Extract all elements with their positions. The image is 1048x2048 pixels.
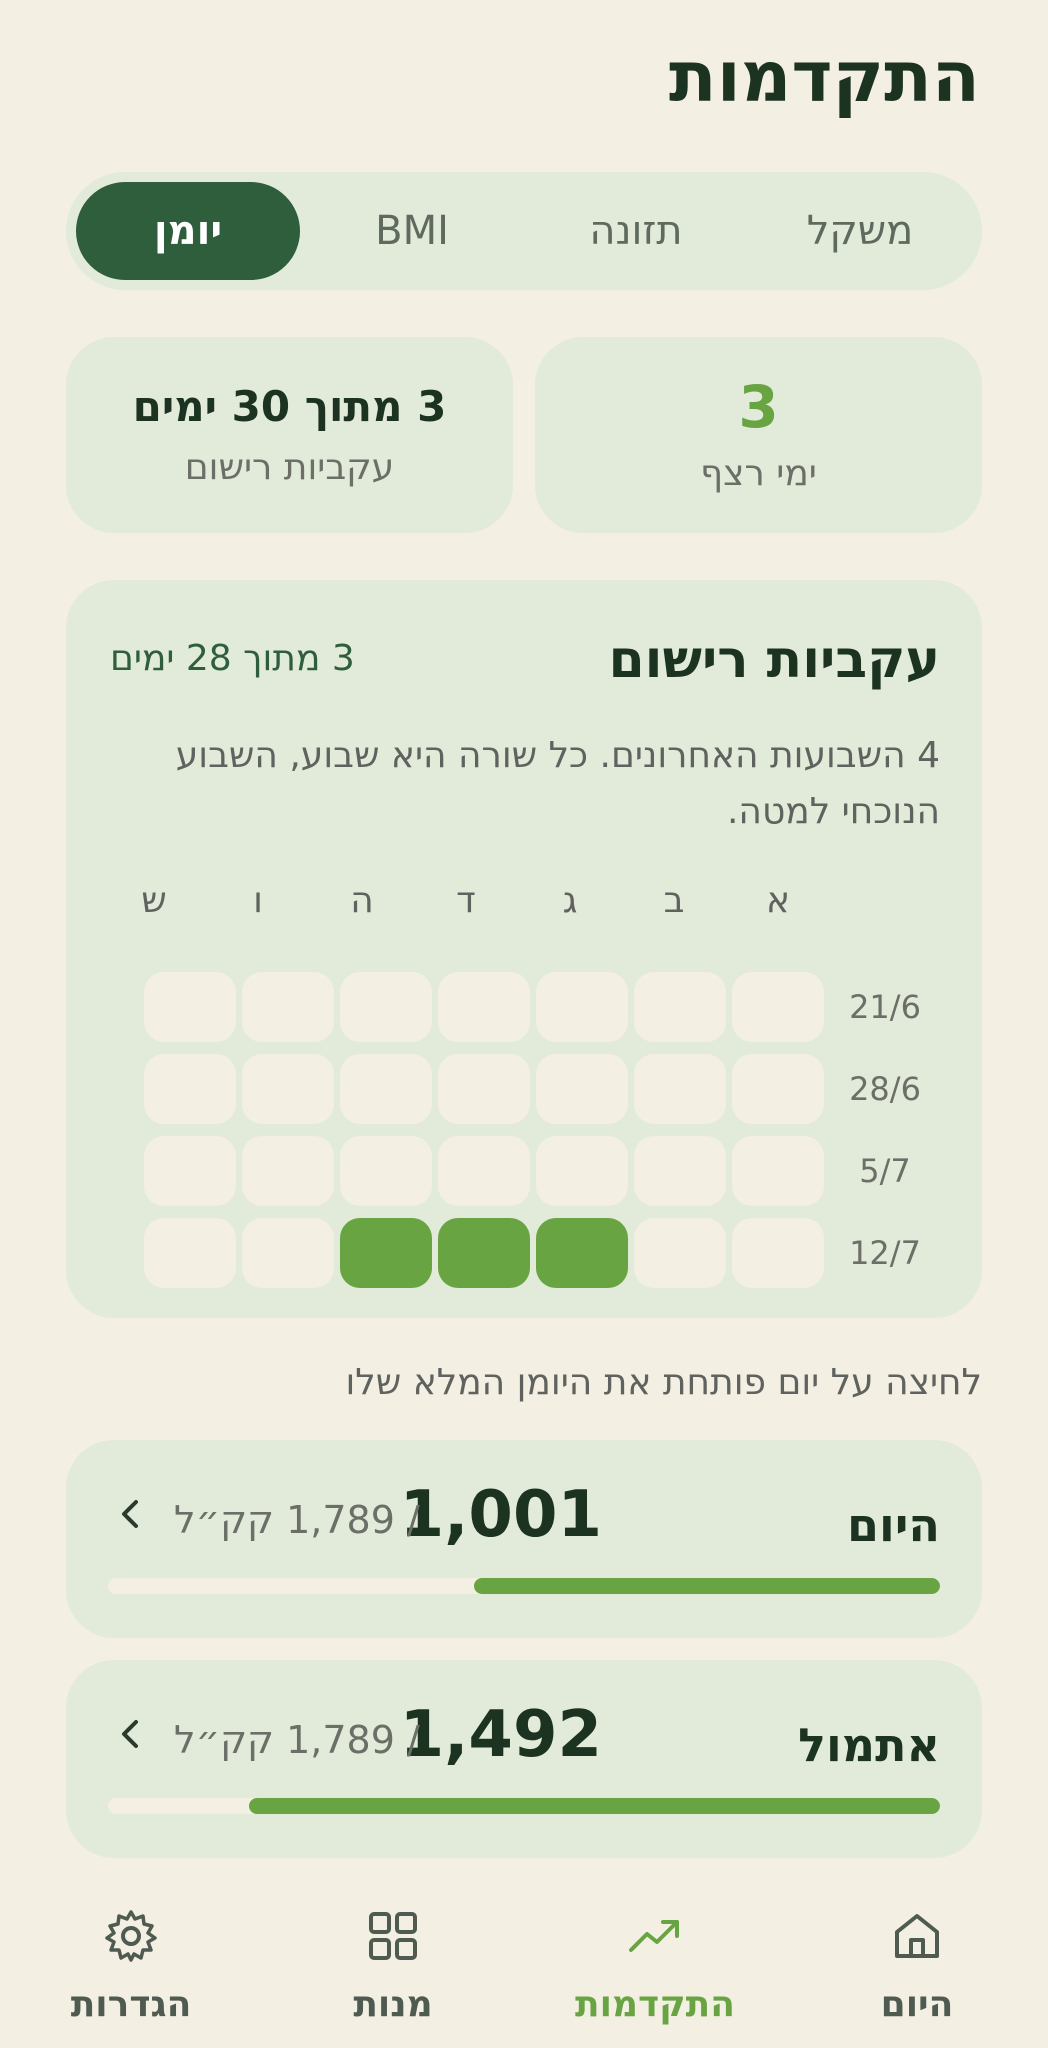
consistency-stat-value: 3 מתוך 30 ימים [132, 382, 447, 432]
week-rows: 21/6 28/6 5/7 12/7 [108, 966, 940, 1294]
week-row: 5/7 [108, 1130, 940, 1212]
day-cell[interactable] [536, 1136, 628, 1206]
day-cell[interactable] [732, 1136, 824, 1206]
day-letter: א [765, 879, 791, 921]
day-cell[interactable] [536, 1054, 628, 1124]
calories-progress-fill [474, 1578, 940, 1594]
today-calories-card[interactable]: היום 1,001 / 1,789 קק״ל [66, 1440, 982, 1638]
day-cell[interactable] [144, 1136, 236, 1206]
gear-icon [105, 1910, 157, 1962]
day-cell[interactable] [634, 1218, 726, 1288]
consistency-title: עקביות רישום [608, 630, 940, 690]
day-letter: ב [663, 879, 685, 921]
streak-value: 3 [738, 372, 779, 441]
week-label: 28/6 [849, 1070, 921, 1108]
nav-item-progress[interactable]: התקדמות [555, 1906, 755, 2025]
calories-value: 1,492 [399, 1698, 602, 1772]
streak-card: 3 ימי רצף [535, 337, 982, 533]
consistency-count: 3 מתוך 28 ימים [110, 638, 355, 679]
consistency-card: עקביות רישום 3 מתוך 28 ימים 4 השבועות הא… [66, 580, 982, 1318]
consistency-description: 4 השבועות האחרונים. כל שורה היא שבוע, הש… [175, 735, 940, 832]
tab-nutrition[interactable]: תזונה [524, 182, 748, 280]
nav-label: היום [880, 1984, 954, 2025]
calories-value: 1,001 [399, 1478, 602, 1552]
day-card-label: היום [847, 1498, 940, 1552]
week-label: 12/7 [849, 1234, 921, 1272]
day-cell[interactable] [732, 1054, 824, 1124]
chevron-left-icon [122, 1720, 138, 1748]
day-letter: ד [456, 879, 476, 921]
bottom-nav: היום התקדמות מנות הגדרות [0, 1878, 1048, 2048]
day-cell[interactable] [732, 1218, 824, 1288]
day-cell[interactable] [634, 1054, 726, 1124]
day-cell[interactable] [438, 1054, 530, 1124]
week-row: 21/6 [108, 966, 940, 1048]
hint-text: לחיצה על יום פותחת את היומן המלא שלו [345, 1362, 982, 1403]
day-cell-logged[interactable] [340, 1218, 432, 1288]
day-letter: ו [253, 879, 263, 921]
calories-progress-fill [249, 1798, 940, 1814]
day-letter: ה [350, 879, 374, 921]
day-cell[interactable] [634, 1136, 726, 1206]
day-cell[interactable] [340, 1136, 432, 1206]
tab-bmi[interactable]: BMI [300, 182, 524, 280]
day-cell[interactable] [634, 972, 726, 1042]
chevron-left-icon [122, 1500, 138, 1528]
page-title: התקדמות [668, 36, 980, 118]
day-cell-logged[interactable] [536, 1218, 628, 1288]
week-label: 21/6 [849, 988, 921, 1026]
home-icon [895, 1914, 939, 1958]
day-cell[interactable] [242, 1218, 334, 1288]
nav-label: מנות [353, 1984, 433, 2025]
nav-label: התקדמות [575, 1984, 735, 2025]
consistency-stat-label: עקביות רישום [184, 446, 395, 488]
week-row: 12/7 [108, 1212, 940, 1294]
day-letter: ג [562, 879, 578, 921]
week-row: 28/6 [108, 1048, 940, 1130]
day-cell[interactable] [242, 972, 334, 1042]
nav-item-portions[interactable]: מנות [293, 1906, 493, 2025]
day-cell[interactable] [438, 972, 530, 1042]
day-cell[interactable] [732, 972, 824, 1042]
day-cell[interactable] [144, 1054, 236, 1124]
day-cell[interactable] [536, 972, 628, 1042]
day-cell[interactable] [340, 972, 432, 1042]
view-tabs: משקל תזונה BMI יומן [66, 172, 982, 290]
calories-goal: / 1,789 קק״ל [174, 1498, 420, 1542]
day-letter: ש [141, 879, 167, 921]
grid-icon [369, 1912, 417, 1960]
day-cell[interactable] [340, 1054, 432, 1124]
nav-item-today[interactable]: היום [817, 1906, 1017, 2025]
streak-label: ימי רצף [700, 453, 817, 495]
consistency-grid: א ב ג ד ה ו ש 21/6 28/6 5/7 12/7 [108, 870, 940, 1294]
day-cell-logged[interactable] [438, 1218, 530, 1288]
trending-up-icon [629, 1920, 679, 1952]
calories-progress-bar [108, 1798, 940, 1814]
nav-label: הגדרות [70, 1984, 192, 2025]
day-header-row: א ב ג ד ה ו ש [108, 870, 940, 930]
day-cell[interactable] [144, 1218, 236, 1288]
tab-weight[interactable]: משקל [748, 182, 972, 280]
day-cell[interactable] [144, 972, 236, 1042]
week-label: 5/7 [859, 1152, 911, 1190]
day-cell[interactable] [242, 1054, 334, 1124]
day-cell[interactable] [242, 1136, 334, 1206]
day-cell[interactable] [438, 1136, 530, 1206]
calories-goal: / 1,789 קק״ל [174, 1718, 420, 1762]
calories-progress-bar [108, 1578, 940, 1594]
consistency-stat-card: 3 מתוך 30 ימים עקביות רישום [66, 337, 513, 533]
yesterday-calories-card[interactable]: אתמול 1,492 / 1,789 קק״ל [66, 1660, 982, 1858]
nav-item-settings[interactable]: הגדרות [31, 1906, 231, 2025]
tab-journal[interactable]: יומן [76, 182, 300, 280]
day-card-label: אתמול [798, 1718, 940, 1772]
